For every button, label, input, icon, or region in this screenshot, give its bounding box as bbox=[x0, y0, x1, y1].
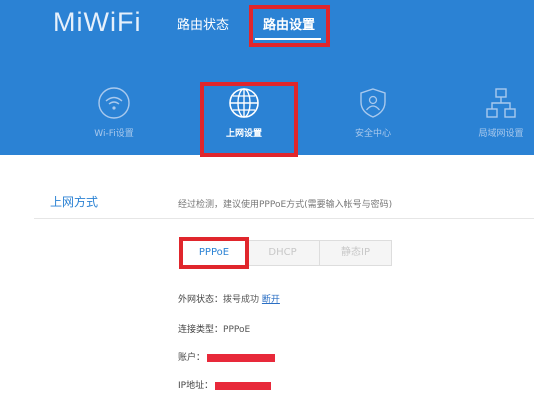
connection-type-label: 连接类型： bbox=[178, 325, 224, 335]
mode-static-ip-button[interactable]: 静态IP bbox=[320, 240, 392, 266]
account-label: 账户： bbox=[178, 353, 206, 363]
section-divider bbox=[34, 218, 534, 219]
detection-hint: 经过检测，建议使用PPPoE方式(需要输入帐号与密码) bbox=[178, 200, 393, 210]
nav-router-status[interactable]: 路由状态 bbox=[177, 14, 229, 33]
ip-address-row: IP地址： bbox=[178, 378, 272, 391]
connection-type-row: 连接类型：PPPoE bbox=[178, 322, 250, 335]
annotation-box-nav bbox=[249, 5, 330, 47]
ip-address-label: IP地址： bbox=[178, 381, 214, 391]
account-row: 账户： bbox=[178, 350, 276, 363]
miwifi-logo: MiWiFi bbox=[53, 7, 142, 37]
tile-wifi-settings[interactable]: Wi-Fi设置 bbox=[69, 86, 159, 146]
wifi-icon bbox=[98, 87, 130, 119]
tile-security-center[interactable]: 安全中心 bbox=[328, 86, 418, 146]
connection-type-value: PPPoE bbox=[223, 325, 251, 335]
tile-wifi-label: Wi-Fi设置 bbox=[94, 129, 134, 139]
annotation-box-tile bbox=[200, 82, 298, 157]
network-icon bbox=[486, 88, 516, 118]
wan-status-label: 外网状态： bbox=[178, 295, 224, 305]
tile-lan-label: 局域网设置 bbox=[478, 129, 524, 139]
tile-security-label: 安全中心 bbox=[354, 129, 391, 139]
annotation-box-pppoe bbox=[179, 237, 249, 269]
section-title: 上网方式 bbox=[50, 195, 99, 209]
account-redaction bbox=[207, 353, 276, 362]
disconnect-link[interactable]: 断开 bbox=[262, 295, 280, 305]
top-header: MiWiFi 路由状态 路由设置 Wi-Fi设置 上网设置 安全中心 局域网设置 bbox=[0, 0, 534, 157]
ip-address-redaction bbox=[215, 381, 272, 390]
mode-dhcp-button[interactable]: DHCP bbox=[246, 240, 320, 266]
wan-status-value: 拨号成功 bbox=[223, 295, 260, 305]
wan-status-row: 外网状态：拨号成功 断开 bbox=[178, 292, 280, 305]
tile-lan-settings[interactable]: 局域网设置 bbox=[456, 86, 534, 146]
shield-person-icon bbox=[360, 88, 386, 118]
